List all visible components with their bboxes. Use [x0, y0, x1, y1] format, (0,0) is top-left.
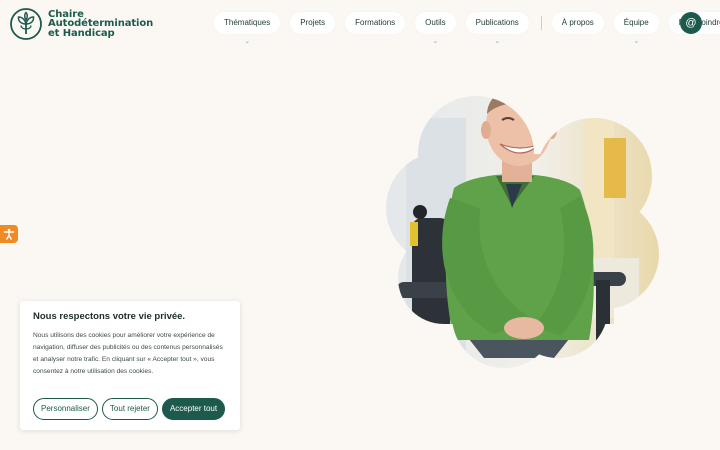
nav-item-formations[interactable]: Formations: [345, 12, 406, 34]
nav-item-label: Formations: [355, 18, 396, 27]
hero-photo-man-in-wheelchair: [386, 96, 659, 368]
logo-line-3: et Handicap: [48, 27, 115, 39]
cookie-description: Nous utilisons des cookies pour améliore…: [33, 332, 223, 375]
accessibility-toggle-button[interactable]: [0, 225, 18, 243]
accept-all-cookies-button[interactable]: Accepter tout: [161, 398, 226, 420]
nav-item-a-propos[interactable]: À propos: [551, 12, 604, 34]
customize-cookies-button[interactable]: Personnaliser: [33, 398, 98, 420]
nav-item-label: Publications: [475, 18, 519, 27]
nav-item-label: Thématiques: [224, 18, 271, 27]
site-header: Chaire Autodétermination et Handicap Thé…: [0, 0, 720, 48]
cookie-actions: Personnaliser Tout rejeter Accepter tout: [33, 398, 226, 420]
nav-item-publications[interactable]: Publications ⌄: [465, 12, 529, 45]
nav-divider: [540, 16, 542, 30]
cookie-consent-dialog: Nous respectons votre vie privée. Nous u…: [20, 301, 240, 430]
nav-item-label: Outils: [425, 18, 446, 27]
nav-item-label: Équipe: [623, 18, 649, 27]
reject-all-cookies-button[interactable]: Tout rejeter: [101, 398, 158, 420]
tree-circle-logo-icon: [10, 8, 42, 40]
contact-at-button[interactable]: @: [680, 12, 702, 34]
chevron-down-icon: ⌄: [633, 38, 640, 45]
at-icon: @: [685, 17, 697, 29]
nav-item-label: Projets: [300, 18, 326, 27]
nav-item-projets[interactable]: Projets: [290, 12, 336, 34]
chevron-down-icon: ⌄: [432, 38, 439, 45]
site-logo[interactable]: Chaire Autodétermination et Handicap: [10, 8, 153, 40]
cookie-title: Nous respectons votre vie privée.: [33, 311, 186, 322]
chevron-down-icon: ⌄: [244, 38, 251, 45]
logo-wordmark: Chaire Autodétermination et Handicap: [48, 10, 153, 39]
nav-item-equipe[interactable]: Équipe ⌄: [613, 12, 659, 45]
accessibility-icon: [3, 228, 15, 240]
main-nav: Thématiques ⌄ Projets Formations Outils …: [214, 12, 720, 45]
nav-item-label: À propos: [561, 18, 594, 27]
nav-item-thematiques[interactable]: Thématiques ⌄: [214, 12, 281, 45]
nav-item-outils[interactable]: Outils ⌄: [415, 12, 456, 45]
chevron-down-icon: ⌄: [494, 38, 501, 45]
